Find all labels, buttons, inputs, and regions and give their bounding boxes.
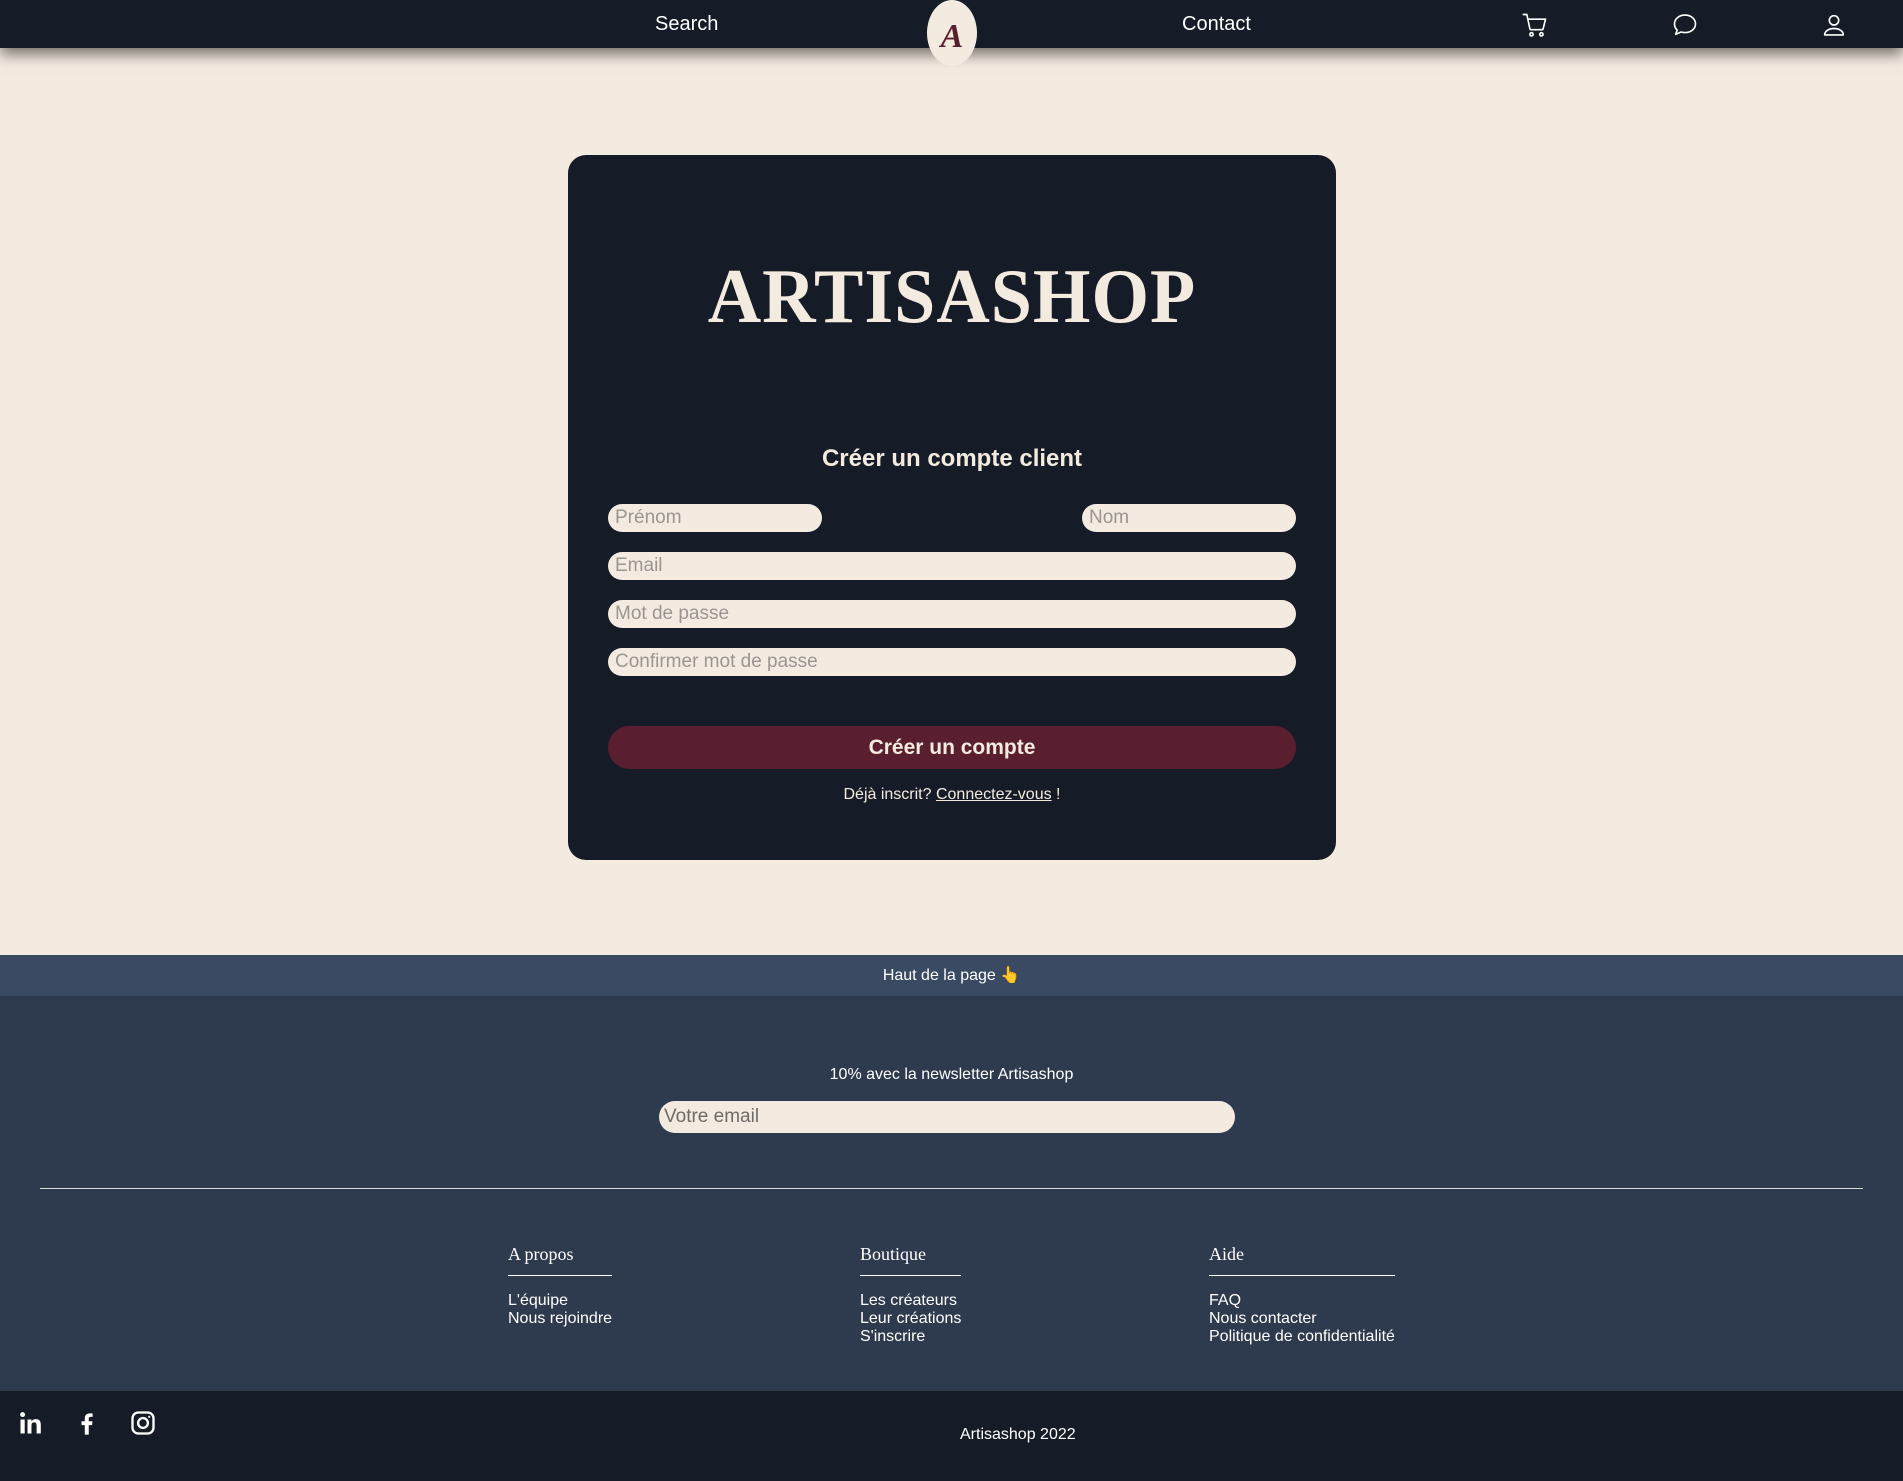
footer-column-shop: Boutique Les créateurs Leur créations S'… — [860, 1244, 962, 1346]
newsletter-text: 10% avec la newsletter Artisashop — [829, 1066, 1074, 1083]
login-prompt: Déjà inscrit? Connectez-vous ! — [568, 786, 1336, 804]
email-input[interactable] — [608, 552, 1296, 580]
pointing-up-icon: 👆 — [1000, 967, 1021, 984]
password-input[interactable] — [608, 600, 1296, 628]
nav-logo[interactable]: A — [927, 0, 977, 66]
login-suffix: ! — [1056, 786, 1061, 803]
footer-column-about: A propos L'équipe Nous rejoindre — [508, 1244, 613, 1328]
footer: 10% avec la newsletter Artisashop A prop… — [0, 996, 1903, 1391]
facebook-icon[interactable] — [73, 1409, 101, 1437]
footer-column-title: A propos — [508, 1244, 613, 1276]
footer-link-signup[interactable]: S'inscrire — [860, 1328, 961, 1346]
brand-logo: ARTISASHOP — [707, 253, 1197, 341]
cart-icon[interactable] — [1521, 11, 1549, 39]
back-to-top-label: Haut de la page — [882, 967, 996, 984]
footer-column-title: Boutique — [860, 1244, 962, 1276]
footer-column-help: Aide FAQ Nous contacter Politique de con… — [1209, 1244, 1395, 1346]
create-account-button[interactable]: Créer un compte — [608, 726, 1296, 769]
newsletter-email-input[interactable] — [659, 1101, 1235, 1133]
copyright-text: Artisashop 2022 — [960, 1426, 1076, 1443]
instagram-icon[interactable] — [129, 1409, 157, 1437]
signup-card: ARTISASHOP Créer un compte client Créer … — [568, 155, 1336, 860]
user-icon[interactable] — [1820, 11, 1848, 39]
confirm-password-input[interactable] — [608, 648, 1296, 676]
back-to-top-button[interactable]: Haut de la page 👆 — [0, 955, 1903, 996]
last-name-input[interactable] — [1082, 504, 1296, 532]
footer-link-contact[interactable]: Nous contacter — [1209, 1310, 1395, 1328]
nav-search-link[interactable]: Search — [655, 13, 718, 36]
form-title: Créer un compte client — [821, 445, 1083, 472]
footer-divider — [40, 1188, 1863, 1189]
top-navbar: Search A Contact — [0, 0, 1903, 66]
bottom-bar: Artisashop 2022 — [0, 1391, 1903, 1481]
footer-column-title: Aide — [1209, 1244, 1395, 1276]
login-link[interactable]: Connectez-vous — [936, 786, 1052, 803]
nav-contact-link[interactable]: Contact — [1182, 13, 1251, 36]
footer-link-join[interactable]: Nous rejoindre — [508, 1310, 612, 1328]
footer-link-creations[interactable]: Leur créations — [860, 1310, 961, 1328]
footer-link-faq[interactable]: FAQ — [1209, 1292, 1395, 1310]
nav-logo-mark: A — [940, 18, 964, 55]
footer-link-creators[interactable]: Les créateurs — [860, 1292, 961, 1310]
linkedin-icon[interactable] — [17, 1409, 45, 1437]
footer-link-team[interactable]: L'équipe — [508, 1292, 612, 1310]
first-name-input[interactable] — [608, 504, 822, 532]
login-prefix: Déjà inscrit? — [843, 786, 932, 803]
chat-icon[interactable] — [1671, 11, 1699, 39]
footer-link-privacy[interactable]: Politique de confidentialité — [1209, 1328, 1395, 1346]
